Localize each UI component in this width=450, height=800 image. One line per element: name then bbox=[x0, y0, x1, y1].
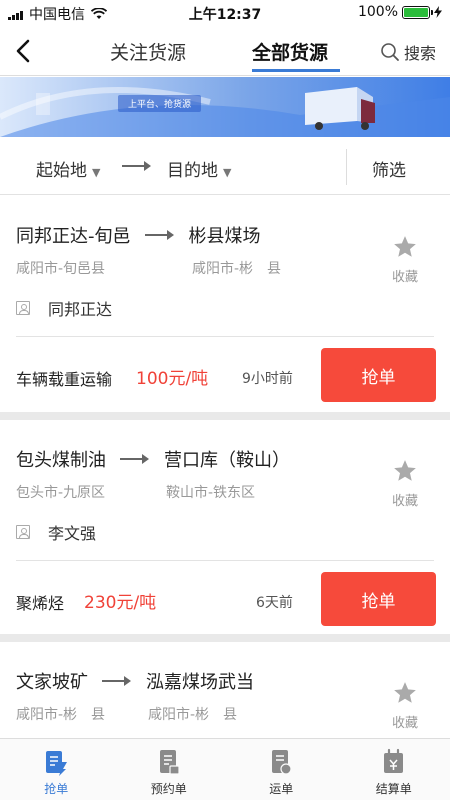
route-origin: 同邦正达-旬邑 bbox=[16, 226, 131, 247]
banner-slogan: 上平台、抢货源 bbox=[118, 95, 202, 112]
origin-area: 咸阳市-彬 县 bbox=[16, 707, 106, 723]
person-icon bbox=[16, 301, 30, 315]
tab-label: 抢单 bbox=[44, 782, 69, 796]
favorite-button[interactable]: 收藏 bbox=[390, 234, 420, 285]
favorite-label: 收藏 bbox=[391, 716, 418, 731]
tab-label: 预约单 bbox=[150, 782, 187, 796]
favorite-button[interactable]: 收藏 bbox=[390, 458, 420, 509]
route-origin: 包头煤制油 bbox=[16, 450, 106, 471]
screen-filter-button[interactable]: 筛选 bbox=[372, 156, 406, 181]
destination-area: 鞍山市-铁东区 bbox=[166, 485, 256, 501]
tab-label: 运单 bbox=[269, 782, 294, 796]
cargo-name: 聚烯烃 bbox=[16, 594, 65, 613]
star-icon bbox=[394, 460, 416, 481]
tab-grab-orders[interactable]: 抢单 bbox=[0, 739, 113, 800]
route-arrow-icon bbox=[102, 676, 131, 686]
waybill-icon bbox=[272, 750, 292, 775]
route: 包头煤制油 营口库（鞍山） bbox=[16, 446, 290, 472]
search-label: 搜索 bbox=[403, 44, 436, 63]
grab-order-button[interactable]: 抢单 bbox=[321, 572, 436, 626]
card-divider bbox=[16, 336, 434, 337]
route-arrow-icon bbox=[120, 454, 149, 464]
battery-percent: 100% bbox=[357, 4, 398, 20]
tab-settlements[interactable]: 结算单 bbox=[338, 739, 450, 800]
origin-label: 起始地 bbox=[36, 161, 87, 181]
tab-all-sources[interactable]: 全部货源 bbox=[252, 38, 328, 65]
search-icon bbox=[381, 43, 399, 61]
star-icon bbox=[394, 236, 416, 257]
filter-bar: 起始地 ▼ 目的地 ▼ 筛选 bbox=[0, 137, 450, 195]
favorite-label: 收藏 bbox=[391, 270, 418, 285]
card-separator bbox=[0, 412, 450, 420]
caret-down-icon: ▼ bbox=[92, 166, 101, 179]
nav-bar: 关注货源 全部货源 搜索 bbox=[0, 26, 450, 76]
route-destination: 彬县煤场 bbox=[188, 226, 261, 247]
charging-icon bbox=[434, 6, 442, 18]
tab-label: 结算单 bbox=[375, 782, 412, 796]
card-divider bbox=[16, 560, 434, 561]
truck-illustration-icon bbox=[305, 87, 375, 130]
card-separator bbox=[0, 634, 450, 642]
route-destination: 泓嘉煤场武当 bbox=[146, 672, 254, 693]
filter-divider bbox=[346, 149, 347, 185]
destination-filter[interactable]: 目的地 ▼ bbox=[167, 156, 231, 181]
destination-area: 咸阳市-彬 县 bbox=[148, 707, 238, 723]
bottom-tab-bar: 抢单 预约单 运单 结算单 bbox=[0, 738, 450, 800]
route-origin: 文家坡矿 bbox=[16, 672, 88, 693]
favorite-label: 收藏 bbox=[391, 494, 418, 509]
star-icon bbox=[394, 682, 416, 703]
origin-area: 咸阳市-旬邑县 bbox=[16, 261, 106, 277]
cargo-list: 同邦正达-旬邑 彬县煤场 咸阳市-旬邑县 咸阳市-彬 县 收藏 同邦正达 车辆载… bbox=[0, 196, 450, 762]
person-icon bbox=[16, 525, 30, 539]
route-arrow-icon bbox=[144, 230, 174, 240]
grab-order-button[interactable]: 抢单 bbox=[321, 348, 436, 402]
contact: 李文强 bbox=[16, 520, 96, 544]
freight-price: 100元/吨 bbox=[136, 369, 209, 389]
destination-label: 目的地 bbox=[167, 161, 218, 181]
cargo-name: 车辆载重运输 bbox=[16, 370, 113, 389]
tab-reservations[interactable]: 预约单 bbox=[113, 739, 226, 800]
reservation-icon bbox=[159, 750, 180, 775]
freight-price: 230元/吨 bbox=[84, 593, 157, 613]
active-tab-indicator bbox=[252, 69, 340, 72]
contact-name: 同邦正达 bbox=[48, 300, 113, 319]
cargo-card[interactable]: 包头煤制油 营口库（鞍山） 包头市-九原区 鞍山市-铁东区 收藏 李文强 聚烯烃… bbox=[0, 420, 450, 634]
back-arrow-icon[interactable] bbox=[10, 34, 40, 68]
settlement-icon bbox=[383, 748, 403, 773]
search-button[interactable]: 搜索 bbox=[380, 40, 436, 64]
route-arrow-icon bbox=[122, 161, 151, 171]
origin-area: 包头市-九原区 bbox=[16, 485, 106, 501]
posted-time: 6天前 bbox=[256, 595, 293, 611]
contact-name: 李文强 bbox=[48, 524, 97, 543]
tab-followed-sources[interactable]: 关注货源 bbox=[110, 38, 186, 65]
route-destination: 营口库（鞍山） bbox=[164, 450, 290, 471]
promo-banner[interactable]: 上平台、抢货源 bbox=[0, 77, 450, 137]
route: 文家坡矿 泓嘉煤场武当 bbox=[16, 668, 254, 694]
cargo-card[interactable]: 同邦正达-旬邑 彬县煤场 咸阳市-旬邑县 咸阳市-彬 县 收藏 同邦正达 车辆载… bbox=[0, 196, 450, 412]
grab-order-icon bbox=[46, 751, 68, 776]
tab-waybills[interactable]: 运单 bbox=[225, 739, 338, 800]
caret-down-icon: ▼ bbox=[223, 166, 232, 179]
battery-icon bbox=[402, 5, 433, 19]
route: 同邦正达-旬邑 彬县煤场 bbox=[16, 222, 261, 248]
favorite-button[interactable]: 收藏 bbox=[390, 680, 420, 731]
origin-filter[interactable]: 起始地 ▼ bbox=[36, 156, 100, 181]
status-right: 100% bbox=[358, 4, 442, 20]
contact: 同邦正达 bbox=[16, 296, 112, 320]
status-bar: 中国电信 上午12:37 100% bbox=[0, 0, 450, 26]
posted-time: 9小时前 bbox=[242, 371, 293, 387]
destination-area: 咸阳市-彬 县 bbox=[192, 261, 282, 277]
